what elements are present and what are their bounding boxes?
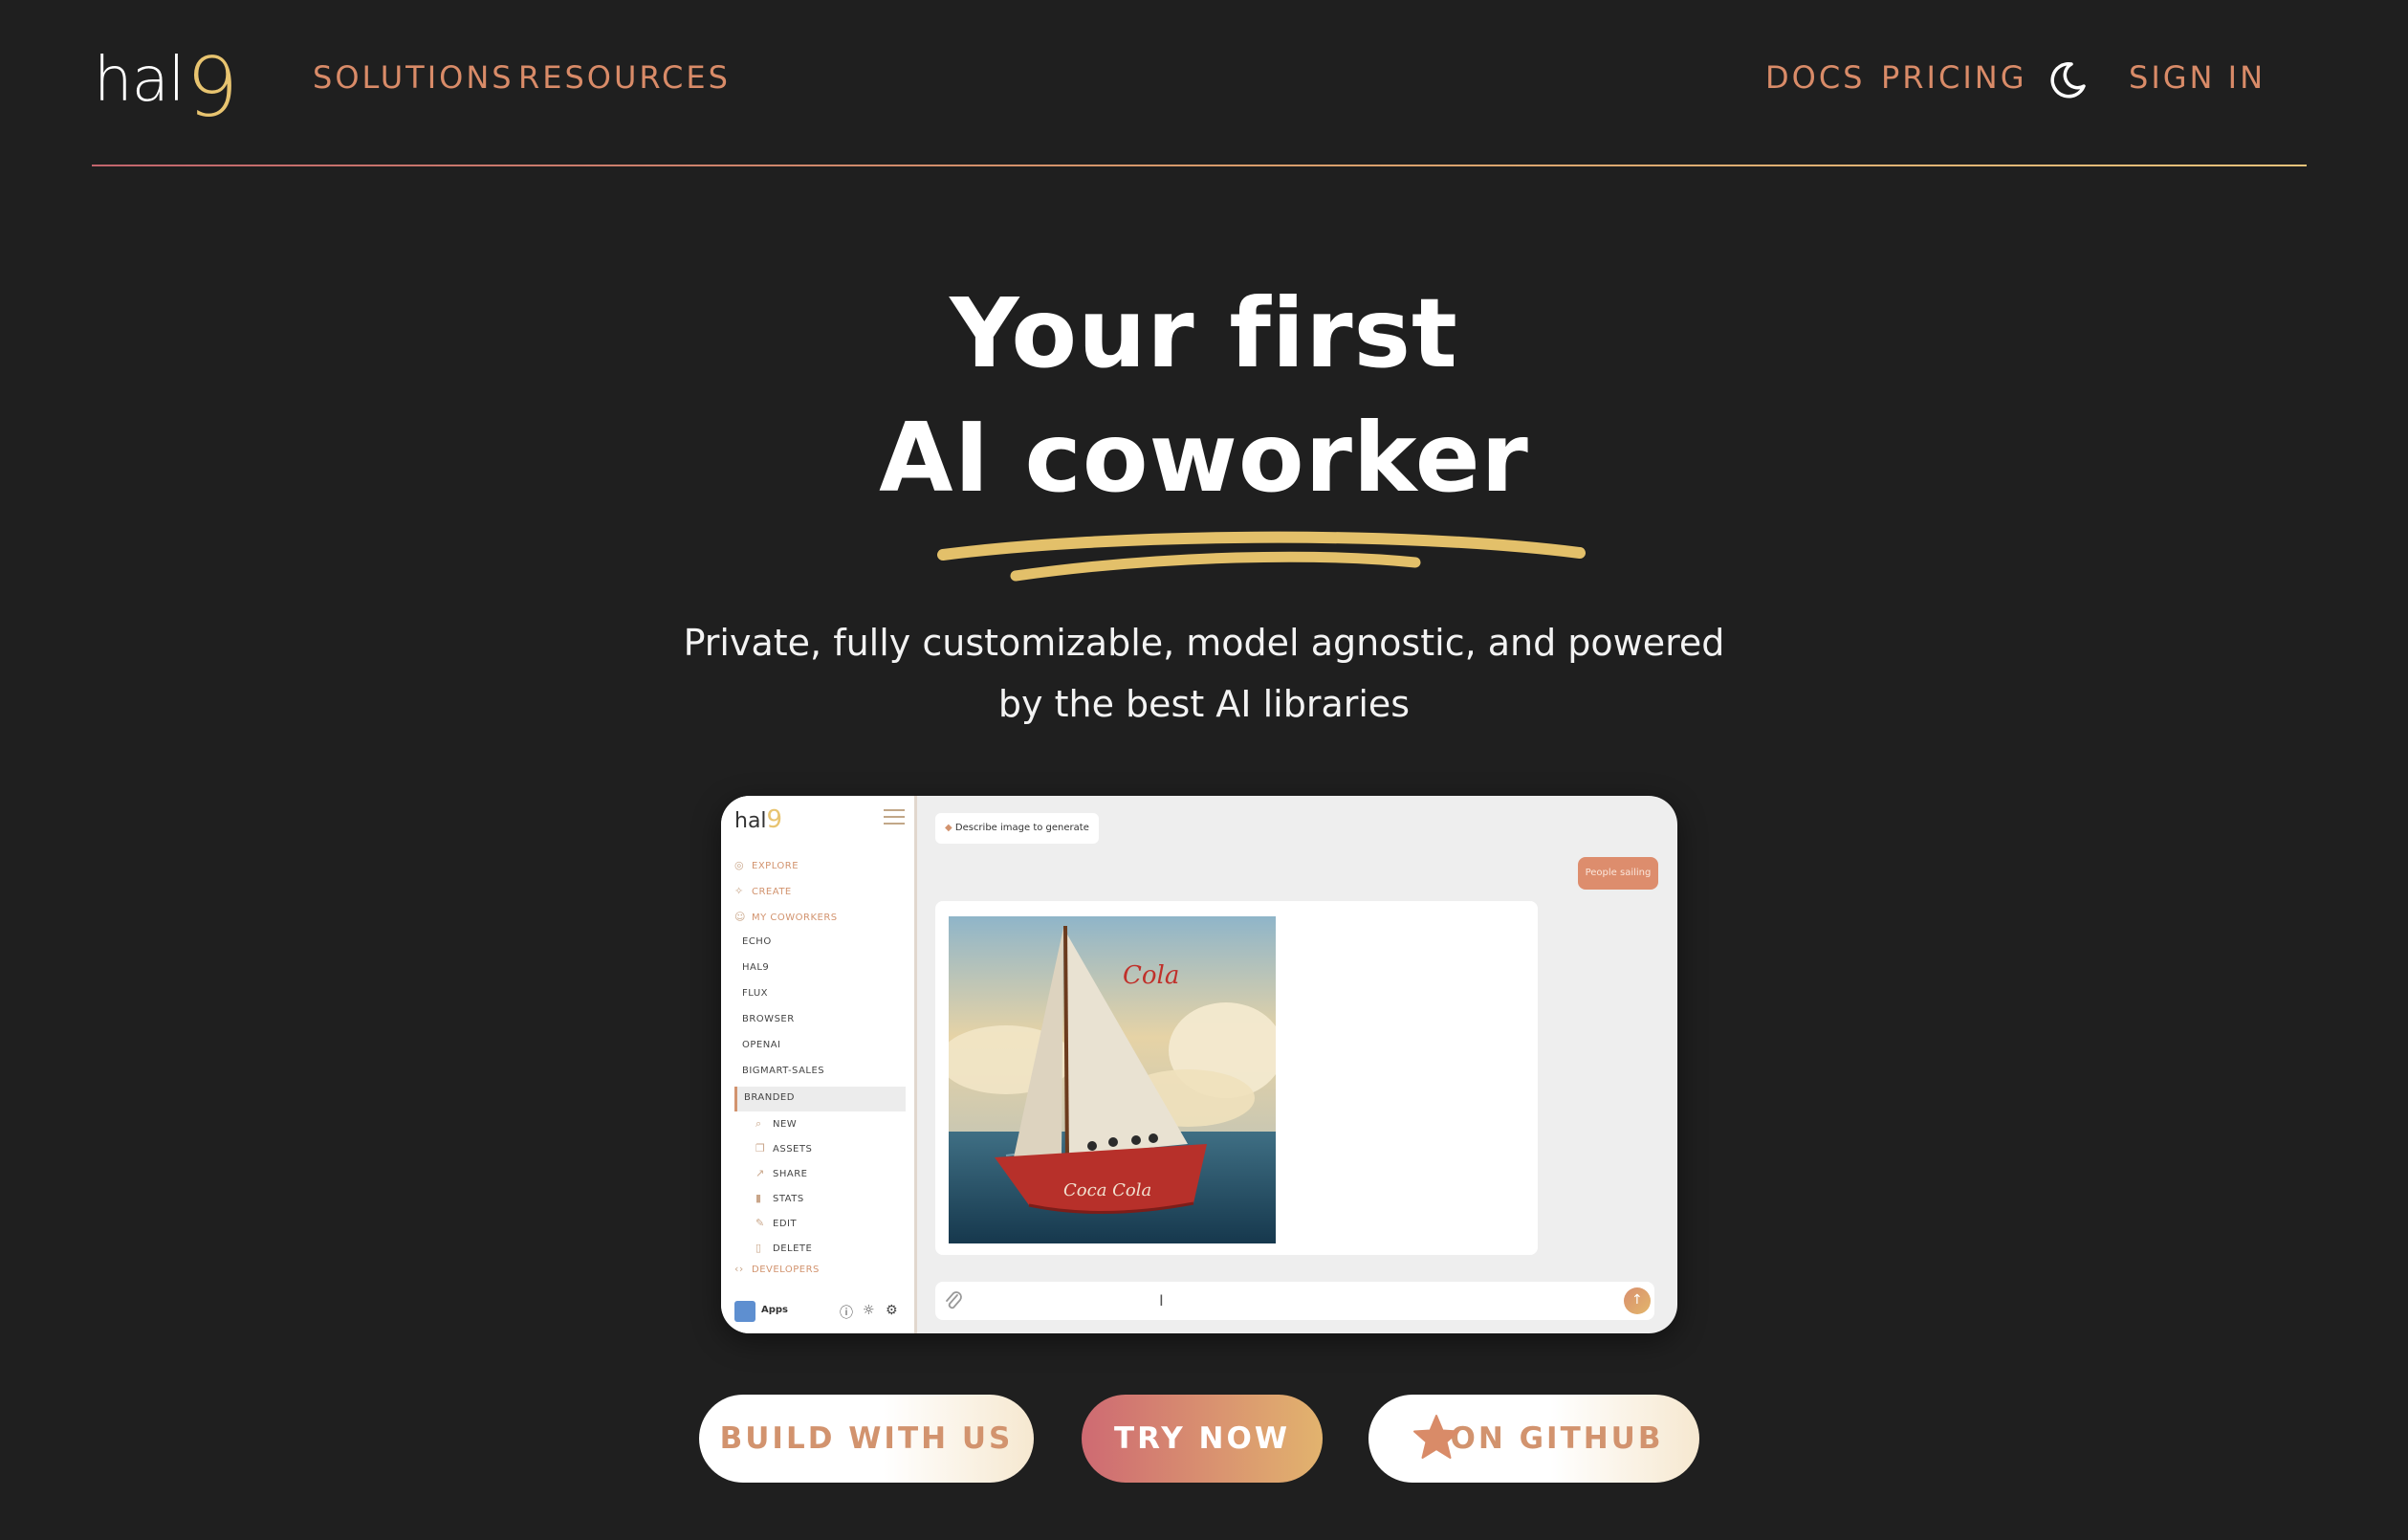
sailboat-image: Cola Coca Cola	[949, 916, 1276, 1243]
coworker-item: HAL9	[742, 962, 770, 973]
sun-icon: ☼	[863, 1303, 875, 1318]
coworker-item: OPENAI	[742, 1040, 781, 1050]
robot-icon: ☺	[734, 911, 746, 923]
action-label: SHARE	[773, 1169, 808, 1179]
action-delete: ▯ DELETE	[755, 1242, 812, 1254]
action-label: EDIT	[773, 1219, 798, 1229]
sign-in-link[interactable]: SIGN IN	[2129, 59, 2266, 96]
build-with-us-button[interactable]: BUILD WITH US	[699, 1395, 1034, 1483]
nav-solutions-link[interactable]: SOLUTIONS	[313, 59, 514, 96]
svg-text:Coca Cola: Coca Cola	[1063, 1180, 1151, 1200]
nav-resources-link[interactable]: RESOURCES	[518, 59, 731, 96]
settings-icon: ⚙	[886, 1303, 898, 1318]
hero-subtitle: Private, fully customizable, model agnos…	[669, 612, 1739, 735]
trash-icon: ▯	[755, 1242, 762, 1254]
logo-mark: 9	[186, 40, 239, 136]
sidebar-item-developers: ‹› DEVELOPERS	[734, 1263, 820, 1275]
info-icon: ⓘ	[840, 1306, 853, 1321]
coworker-item: ECHO	[742, 936, 772, 947]
action-label: STATS	[773, 1194, 804, 1204]
hamburger-menu-icon	[884, 809, 905, 826]
try-now-button[interactable]: TRY NOW	[1082, 1395, 1323, 1483]
chip-text: Describe image to generate	[954, 823, 1089, 833]
apps-avatar	[734, 1301, 755, 1322]
chat-icon: ⌕	[755, 1117, 762, 1130]
files-icon: ❐	[755, 1142, 766, 1155]
sidebar-label: CREATE	[752, 887, 792, 897]
svg-text:Cola: Cola	[1123, 961, 1179, 990]
preview-logo-text: hal	[734, 809, 767, 833]
preview-sidebar: hal9 ◎ EXPLORE ✧ CREATE ☺ MY COWORKERS ECHO…	[721, 796, 917, 1333]
wand-icon: ✧	[734, 885, 744, 897]
hero-subtitle-line2: by the best AI libraries	[997, 683, 1411, 725]
app-preview-screenshot: hal9 ◎ EXPLORE ✧ CREATE ☺ MY COWORKERS ECHO…	[721, 796, 1677, 1333]
action-stats: ▮ STATS	[755, 1192, 804, 1204]
action-assets: ❐ ASSETS	[755, 1142, 812, 1155]
nav-pricing-link[interactable]: PRICING	[1881, 59, 2026, 96]
coworker-item: BIGMART-SALES	[742, 1066, 825, 1076]
coworker-item: BROWSER	[742, 1014, 795, 1024]
compass-icon: ◎	[734, 859, 745, 871]
hal9-logo[interactable]: hal 9	[94, 40, 238, 136]
action-edit: ✎ EDIT	[755, 1217, 797, 1229]
action-label: DELETE	[773, 1243, 813, 1254]
underline-swash	[937, 531, 1586, 582]
star-icon	[1413, 1415, 1459, 1459]
chat-input-bar: I ↑	[935, 1282, 1654, 1320]
sidebar-item-create: ✧ CREATE	[734, 885, 792, 897]
coworker-item-selected: BRANDED	[744, 1092, 795, 1103]
nav-docs-link[interactable]: DOCS	[1765, 59, 1865, 96]
hero-title-line1: Your first	[950, 277, 1458, 389]
user-message-bubble: People sailing	[1578, 857, 1658, 890]
action-label: ASSETS	[773, 1144, 813, 1155]
header-divider	[92, 165, 2307, 166]
top-navigation: hal 9 SOLUTIONS RESOURCES DOCS PRICING SI…	[0, 0, 2408, 168]
moon-icon[interactable]	[2047, 59, 2089, 101]
sidebar-footer: Apps ⓘ ☼ ⚙	[734, 1299, 907, 1324]
action-label: NEW	[773, 1119, 798, 1130]
hero-title-line2: AI coworker	[879, 402, 1529, 514]
hero-subtitle-line1: Private, fully customizable, model agnos…	[683, 622, 1725, 664]
apps-label: Apps	[761, 1305, 789, 1315]
generated-image-card: Cola Coca Cola	[935, 901, 1538, 1255]
logo-text: hal	[94, 45, 186, 116]
send-button: ↑	[1624, 1287, 1651, 1314]
arrow-up-icon: ↑	[1631, 1292, 1643, 1308]
action-share: ↗ SHARE	[755, 1167, 807, 1179]
sidebar-label: EXPLORE	[752, 861, 799, 871]
paperclip-icon	[946, 1291, 962, 1309]
tag-icon: ◆	[945, 823, 955, 833]
preview-logo-mark: 9	[766, 805, 783, 834]
action-new: ⌕ NEW	[755, 1117, 797, 1131]
coworker-item: FLUX	[742, 988, 768, 999]
sidebar-label: MY COWORKERS	[752, 913, 838, 923]
code-icon: ‹›	[734, 1263, 744, 1275]
sidebar-label: DEVELOPERS	[752, 1265, 820, 1275]
share-icon: ↗	[755, 1167, 765, 1179]
preview-logo: hal9	[734, 805, 782, 834]
edit-icon: ✎	[755, 1217, 765, 1229]
prompt-chip: ◆ Describe image to generate	[935, 813, 1099, 844]
text-cursor-icon: I	[1159, 1291, 1164, 1309]
sidebar-item-explore: ◎ EXPLORE	[734, 859, 799, 871]
sidebar-item-my-coworkers: ☺ MY COWORKERS	[734, 911, 838, 923]
bar-chart-icon: ▮	[755, 1192, 762, 1204]
